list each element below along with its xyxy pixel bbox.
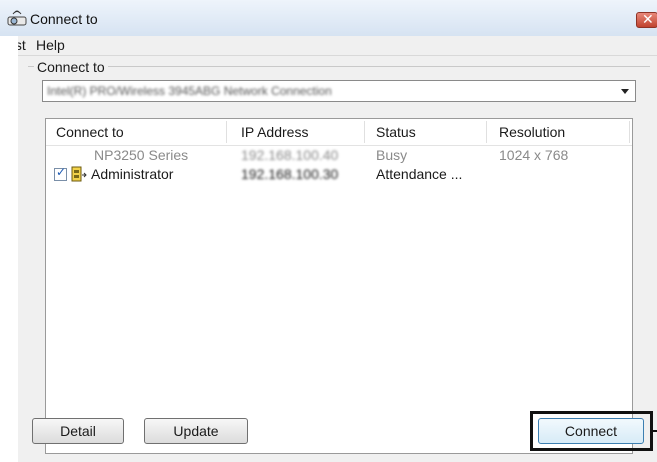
column-resolution[interactable]: Resolution [499, 124, 565, 140]
column-status[interactable]: Status [376, 124, 416, 140]
group-label: Connect to [34, 59, 108, 75]
connect-to-window: Connect to ✕ List Help Connect to Intel(… [0, 0, 657, 462]
list-row-administrator[interactable]: ✓ Administrator 192.168.100.30 Attendanc… [46, 165, 632, 185]
row-ip: 192.168.100.30 [241, 166, 339, 182]
row-name: NP3250 Series [94, 147, 189, 163]
update-button[interactable]: Update [144, 418, 248, 444]
column-divider[interactable] [364, 121, 365, 143]
checkmark-icon: ✓ [56, 165, 67, 179]
dropdown-value: Intel(R) PRO/Wireless 3945ABG Network Co… [47, 84, 332, 98]
row-status: Busy [376, 147, 408, 163]
close-button[interactable]: ✕ [636, 11, 657, 28]
connect-to-groupbox [28, 66, 650, 68]
menu-help[interactable]: Help [36, 37, 65, 53]
row-checkbox[interactable]: ✓ [54, 165, 67, 181]
title-bar: Connect to ✕ [0, 0, 657, 37]
column-divider[interactable] [226, 121, 227, 143]
projector-list[interactable]: Connect to IP Address Status Resolution … [45, 118, 633, 454]
window-left-edge [0, 36, 18, 462]
menu-bar: List Help [0, 36, 657, 56]
close-icon: ✕ [642, 11, 654, 27]
connect-highlight-frame [530, 411, 653, 451]
callout-line [653, 430, 657, 432]
row-name: Administrator [91, 166, 174, 182]
column-ip-address[interactable]: IP Address [241, 124, 308, 140]
column-divider[interactable] [629, 121, 630, 143]
detail-button[interactable]: Detail [32, 418, 124, 444]
chevron-down-icon[interactable] [621, 89, 629, 94]
user-icon [71, 166, 87, 182]
client-area: Connect to Intel(R) PRO/Wireless 3945ABG… [18, 56, 657, 462]
list-row-np3250[interactable]: NP3250 Series 192.168.100.40 Busy 1024 x… [46, 146, 632, 166]
row-status: Attendance ... [376, 166, 463, 182]
row-resolution: 1024 x 768 [499, 147, 569, 163]
network-adapter-dropdown[interactable]: Intel(R) PRO/Wireless 3945ABG Network Co… [42, 80, 636, 102]
column-divider[interactable] [486, 121, 487, 143]
list-header: Connect to IP Address Status Resolution [46, 119, 632, 146]
window-title: Connect to [30, 11, 98, 27]
projector-icon [7, 10, 27, 26]
column-connect-to[interactable]: Connect to [56, 124, 124, 140]
row-ip: 192.168.100.40 [241, 147, 339, 163]
